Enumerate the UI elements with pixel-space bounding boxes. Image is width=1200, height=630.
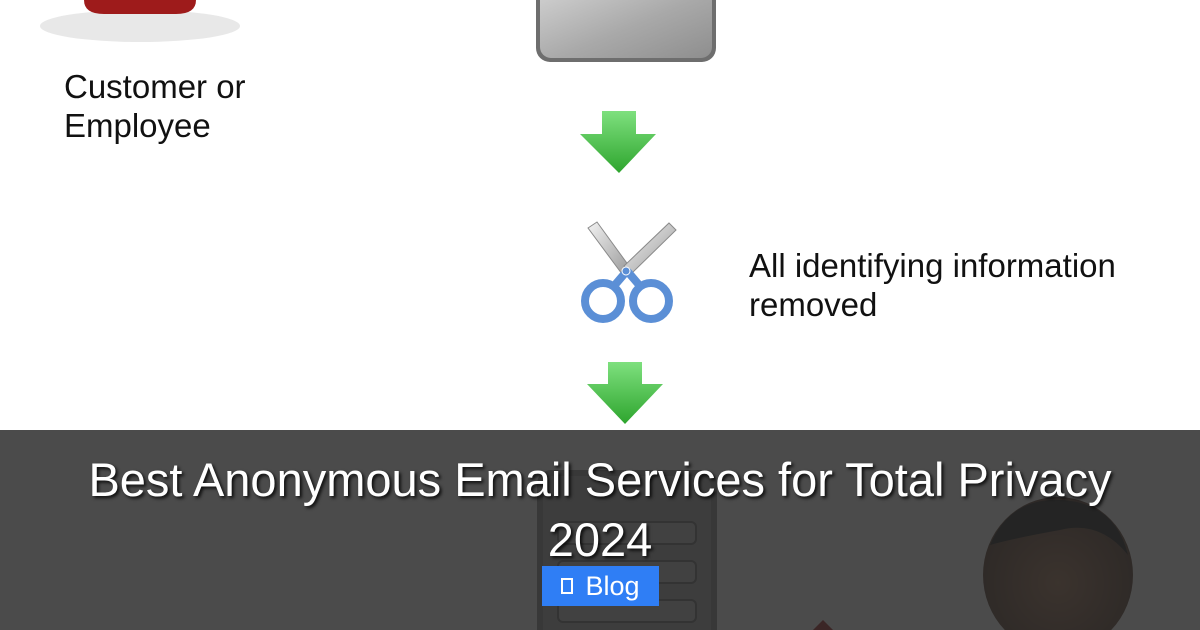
customer-icon xyxy=(40,0,240,42)
customer-label-line-1: Customer or xyxy=(64,68,246,105)
info-removed-label: All identifying information removed xyxy=(749,246,1116,324)
category-badge[interactable]: Blog xyxy=(542,566,659,606)
blog-featured-image: Customer or Employee All identifying inf… xyxy=(0,0,1200,630)
customer-label: Customer or Employee xyxy=(64,67,246,145)
post-title[interactable]: Best Anonymous Email Services for Total … xyxy=(30,450,1170,570)
folder-icon xyxy=(561,578,574,594)
info-removed-label-line-2: removed xyxy=(749,286,878,323)
down-arrow-icon xyxy=(580,111,656,173)
category-label: Blog xyxy=(585,570,640,601)
down-arrow-icon xyxy=(587,362,663,424)
customer-label-line-2: Employee xyxy=(64,107,211,144)
info-removed-label-line-1: All identifying information xyxy=(749,247,1116,284)
scissors-icon xyxy=(581,221,677,323)
document-box-icon xyxy=(536,0,716,62)
